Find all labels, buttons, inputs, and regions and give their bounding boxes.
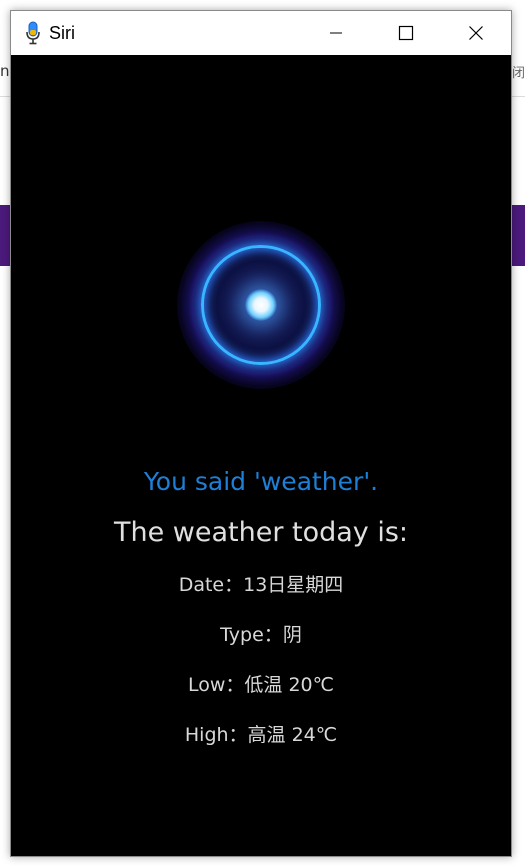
title-bar[interactable]: Siri bbox=[11, 11, 511, 55]
window-title: Siri bbox=[49, 22, 75, 43]
weather-type-row: Type：阴 bbox=[11, 620, 511, 647]
minimize-button[interactable] bbox=[301, 11, 371, 55]
close-button[interactable] bbox=[441, 11, 511, 55]
recognized-speech: You said 'weather'. bbox=[143, 467, 379, 496]
date-label: Date： bbox=[178, 574, 244, 596]
weather-date-row: Date：13日星期四 bbox=[11, 570, 511, 597]
low-value: 低温 20℃ bbox=[244, 674, 334, 696]
siri-content: You said 'weather'. The weather today is… bbox=[11, 55, 511, 856]
close-icon bbox=[469, 26, 483, 40]
type-value: 阴 bbox=[282, 624, 302, 646]
siri-window: Siri You said 'weather'. The weather tod… bbox=[10, 10, 512, 857]
maximize-button[interactable] bbox=[371, 11, 441, 55]
minimize-icon bbox=[330, 32, 342, 34]
background-text-fragment-right: 闭 bbox=[512, 66, 525, 81]
high-label: High： bbox=[184, 724, 248, 746]
weather-low-row: Low：低温 20℃ bbox=[11, 670, 511, 697]
microphone-icon bbox=[25, 21, 41, 45]
orb-core bbox=[245, 289, 277, 321]
maximize-icon bbox=[398, 25, 414, 41]
low-label: Low： bbox=[188, 674, 245, 696]
weather-heading: The weather today is: bbox=[113, 517, 409, 548]
date-value: 13日星期四 bbox=[243, 574, 344, 596]
type-label: Type： bbox=[220, 624, 283, 646]
high-value: 高温 24℃ bbox=[247, 724, 338, 746]
siri-orb[interactable] bbox=[177, 221, 345, 389]
weather-high-row: High：高温 24℃ bbox=[11, 720, 511, 747]
